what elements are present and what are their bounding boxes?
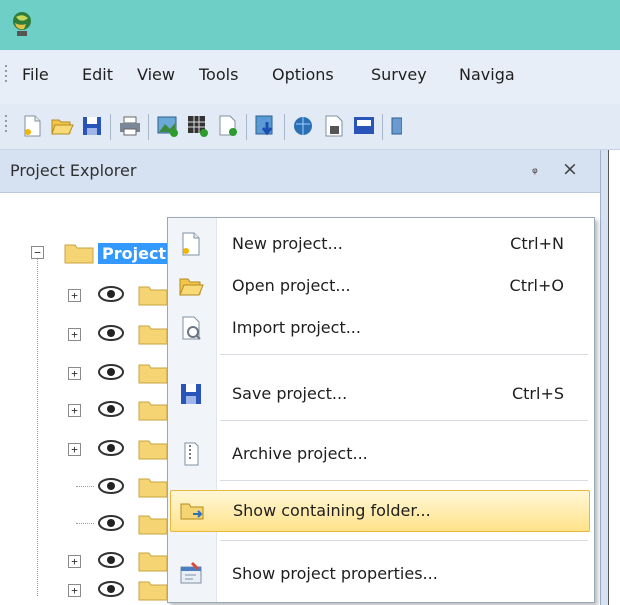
- folder-icon: [138, 325, 168, 345]
- menu-separator: [220, 420, 588, 421]
- add-grid-icon[interactable]: [186, 114, 210, 138]
- menu-file[interactable]: File: [22, 65, 49, 84]
- toolbar-separator: [382, 114, 383, 140]
- folder-arrow-icon: [180, 503, 204, 520]
- save-icon[interactable]: [80, 114, 104, 138]
- tree-expand-toggle[interactable]: +: [68, 555, 81, 568]
- menu-item-show-project-properties[interactable]: Show project properties...: [170, 554, 590, 594]
- context-menu: New project... Ctrl+N Open project... Ct…: [167, 217, 595, 603]
- folder-icon: [138, 515, 168, 535]
- folder-icon: [138, 364, 168, 384]
- visibility-eye-icon[interactable]: [98, 515, 124, 531]
- menu-item-shortcut: Ctrl+O: [509, 276, 564, 295]
- partial-toolbar-icon[interactable]: [390, 114, 402, 138]
- archive-icon: [184, 442, 199, 466]
- pin-icon[interactable]: ᵩ: [532, 161, 538, 177]
- add-image-icon[interactable]: [156, 114, 180, 138]
- toolbar-separator: [284, 114, 285, 140]
- menu-navigate[interactable]: Naviga: [459, 65, 515, 84]
- properties-icon: [180, 561, 202, 584]
- tree-expand-toggle[interactable]: +: [68, 404, 81, 417]
- panel-header: Project Explorer ᵩ ×: [0, 150, 600, 193]
- menu-item-new-project[interactable]: New project... Ctrl+N: [170, 224, 590, 264]
- app-globe-icon[interactable]: [10, 10, 34, 38]
- new-file-icon: [182, 232, 200, 256]
- menu-separator: [220, 354, 588, 355]
- visibility-eye-icon[interactable]: [98, 286, 124, 302]
- folder-icon: [138, 552, 168, 572]
- menu-options[interactable]: Options: [272, 65, 334, 84]
- menu-item-open-project[interactable]: Open project... Ctrl+O: [170, 266, 590, 306]
- visibility-eye-icon[interactable]: [98, 364, 124, 380]
- tree-expand-toggle[interactable]: +: [68, 328, 81, 341]
- menu-separator: [220, 480, 588, 481]
- menu-bar: File Edit View Tools Options Survey Navi…: [0, 50, 620, 104]
- visibility-eye-icon[interactable]: [98, 581, 124, 597]
- menu-item-archive-project[interactable]: Archive project...: [170, 434, 590, 474]
- menu-edit[interactable]: Edit: [82, 65, 113, 84]
- menu-item-shortcut: Ctrl+S: [511, 384, 564, 403]
- panel-title: Project Explorer: [10, 161, 137, 180]
- menu-item-label: Save project...: [232, 384, 348, 403]
- folder-icon: [138, 401, 168, 421]
- save-icon: [181, 384, 201, 404]
- menu-item-label: Show containing folder...: [233, 501, 431, 520]
- menu-item-label: New project...: [232, 234, 343, 253]
- open-folder-icon: [179, 278, 204, 296]
- toolbar-separator: [148, 114, 149, 140]
- menu-separator: [220, 540, 588, 541]
- print-icon[interactable]: [118, 114, 142, 138]
- menu-item-label: Import project...: [232, 318, 361, 337]
- menu-item-save-project[interactable]: Save project... Ctrl+S: [170, 374, 590, 414]
- menu-item-label: Show project properties...: [232, 564, 438, 583]
- menu-item-import-project[interactable]: Import project...: [170, 308, 590, 348]
- tree-root-project[interactable]: Project: [98, 243, 171, 264]
- toolbar: [0, 104, 620, 150]
- tree-guide-line: [76, 523, 94, 524]
- open-folder-icon[interactable]: [50, 114, 74, 138]
- menu-survey[interactable]: Survey: [371, 65, 427, 84]
- title-bar: [0, 0, 620, 50]
- folder-icon: [138, 440, 168, 460]
- menu-item-shortcut: Ctrl+N: [510, 234, 564, 253]
- folder-icon: [138, 478, 168, 498]
- menubar-grip[interactable]: [4, 65, 8, 85]
- lock-document-icon[interactable]: [322, 114, 346, 138]
- tree-expand-toggle[interactable]: +: [68, 443, 81, 456]
- tree-guide-line: [37, 258, 38, 596]
- tree-guide-line: [76, 486, 94, 487]
- new-file-icon[interactable]: [20, 114, 44, 138]
- toolbar-grip[interactable]: [4, 115, 8, 135]
- menu-item-label: Open project...: [232, 276, 351, 295]
- menu-tools[interactable]: Tools: [199, 65, 238, 84]
- add-document-icon[interactable]: [216, 114, 240, 138]
- toolbar-separator: [246, 114, 247, 140]
- globe-search-icon[interactable]: [292, 114, 316, 138]
- folder-icon: [64, 244, 94, 264]
- window-save-icon[interactable]: [352, 114, 376, 138]
- visibility-eye-icon[interactable]: [98, 401, 124, 417]
- menu-view[interactable]: View: [137, 65, 175, 84]
- folder-icon: [138, 581, 168, 601]
- menu-item-show-containing-folder[interactable]: Show containing folder...: [170, 490, 590, 532]
- document-area-edge: [608, 150, 620, 605]
- import-icon: [182, 316, 201, 340]
- visibility-eye-icon[interactable]: [98, 440, 124, 456]
- tree-collapse-toggle[interactable]: −: [31, 246, 44, 259]
- close-icon[interactable]: ×: [562, 158, 578, 180]
- folder-icon: [138, 286, 168, 306]
- menu-item-label: Archive project...: [232, 444, 368, 463]
- visibility-eye-icon[interactable]: [98, 478, 124, 494]
- toolbar-separator: [110, 114, 111, 140]
- tree-expand-toggle[interactable]: +: [68, 367, 81, 380]
- download-icon[interactable]: [254, 114, 278, 138]
- visibility-eye-icon[interactable]: [98, 552, 124, 568]
- tree-expand-toggle[interactable]: +: [68, 289, 81, 302]
- tree-expand-toggle[interactable]: +: [68, 584, 81, 597]
- visibility-eye-icon[interactable]: [98, 325, 124, 341]
